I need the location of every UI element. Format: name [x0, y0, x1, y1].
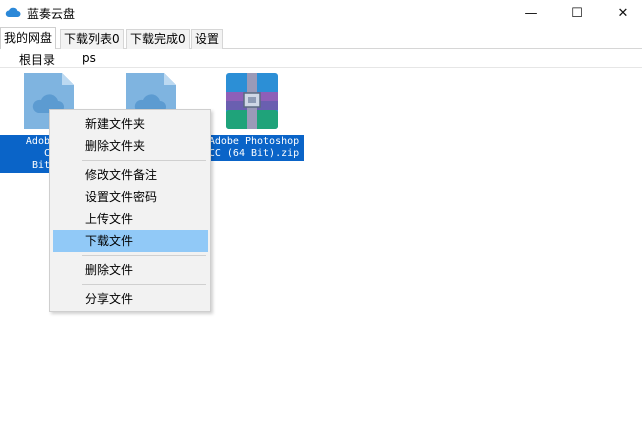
close-button[interactable]: ✕: [600, 0, 642, 26]
window-title: 蓝奏云盘: [27, 7, 76, 21]
tab-my-drive[interactable]: 我的网盘: [0, 27, 57, 49]
menu-item-share-file[interactable]: 分享文件: [53, 288, 208, 310]
menu-item-download-file[interactable]: 下载文件: [53, 230, 208, 252]
menu-separator: [82, 255, 206, 256]
menu-separator: [82, 284, 206, 285]
maximize-button[interactable]: ☐: [554, 0, 600, 26]
tab-settings[interactable]: 设置: [191, 29, 224, 49]
menu-item-set-file-password[interactable]: 设置文件密码: [53, 186, 208, 208]
menu-item-new-folder[interactable]: 新建文件夹: [53, 113, 208, 135]
menu-item-delete-file[interactable]: 删除文件: [53, 259, 208, 281]
title-bar: 蓝奏云盘 — ☐ ✕: [0, 0, 642, 26]
minimize-button[interactable]: —: [508, 0, 554, 26]
menu-separator: [82, 160, 206, 161]
file-name-line: Adobe Photoshop: [208, 136, 300, 147]
breadcrumb-current[interactable]: ps: [82, 51, 96, 65]
menu-item-upload-file[interactable]: 上传文件: [53, 208, 208, 230]
breadcrumb-root[interactable]: 根目录: [19, 51, 55, 68]
tab-bar: 我的网盘 下载列表0 下载完成0 设置: [0, 27, 642, 49]
tab-download-complete[interactable]: 下载完成0: [126, 29, 190, 49]
close-icon: ✕: [617, 5, 629, 21]
menu-item-delete-folder[interactable]: 删除文件夹: [53, 135, 208, 157]
context-menu: 新建文件夹 删除文件夹 修改文件备注 设置文件密码 上传文件 下载文件 删除文件…: [49, 109, 211, 312]
maximize-icon: ☐: [571, 5, 583, 21]
archive-icon: [226, 73, 278, 129]
minimize-icon: —: [524, 5, 538, 21]
file-name-line: CC (64 Bit).zip: [208, 148, 300, 159]
cloud-icon: [5, 7, 21, 17]
file-name-label: Adobe Photoshop CC (64 Bit).zip: [204, 135, 304, 161]
breadcrumb: 根目录 ps: [0, 50, 642, 68]
menu-item-edit-file-note[interactable]: 修改文件备注: [53, 164, 208, 186]
tab-download-list[interactable]: 下载列表0: [60, 29, 124, 49]
